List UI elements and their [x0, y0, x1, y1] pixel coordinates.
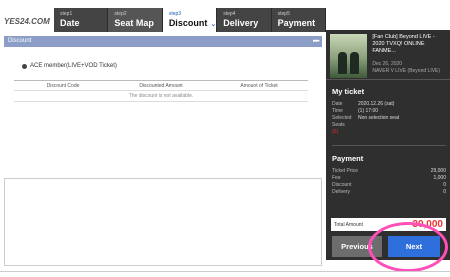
discount-value: 0: [443, 182, 446, 188]
yes24-logo: YES24.COM: [4, 10, 50, 32]
seats-label: Selected Seats (0): [332, 115, 358, 136]
fee-label: Fee: [332, 175, 341, 181]
date-value: 2020.12.26 (sat): [358, 101, 395, 107]
discount-label: Discount: [332, 182, 352, 188]
discount-header: Discount ▸▸▸▸: [4, 36, 322, 47]
column-discount-code: Discount Code: [46, 82, 80, 89]
delivery-label: Delivery: [332, 189, 351, 195]
event-date: Dec 26, 2020: [372, 61, 403, 67]
ticket-seats-row: Selected Seats (0) Non selection seat: [332, 115, 446, 136]
member-discount-option[interactable]: ACE member(LIVE+VOD Ticket): [22, 63, 322, 69]
table-header: Discount Code Discounted Amount Amount o…: [14, 80, 308, 91]
expand-arrows-icon[interactable]: ▸▸▸▸: [313, 36, 320, 47]
tab-step1-date[interactable]: step1 Date: [54, 8, 109, 32]
seats-label-text: Selected Seats: [332, 115, 352, 128]
column-ticket-amount: Amount of Ticket: [240, 82, 278, 89]
price-row: Ticket Price 29,000: [332, 168, 446, 175]
column-discounted-amount: Discounted Amount: [139, 82, 183, 89]
ticket-time-row: Time (1) 17:00: [332, 108, 446, 115]
step-name: Discount ⌄: [169, 17, 216, 31]
notice-box[interactable]: [4, 178, 322, 266]
price-value: 29,000: [430, 168, 446, 174]
payment-title: Payment: [332, 154, 364, 163]
seats-count: (0): [332, 129, 339, 135]
my-ticket-title: My ticket: [332, 87, 365, 96]
discount-header-label: Discount: [8, 38, 32, 44]
fee-row: Fee 1,000: [332, 175, 446, 182]
discount-row: Discount 0: [332, 182, 446, 189]
step-name: Delivery: [223, 18, 259, 28]
payment-section: Payment Ticket Price 29,000 Fee 1,000 Di…: [332, 145, 446, 196]
order-summary-panel: [Fan Club] Beyond LIVE - 2020 TVXQ! ONLI…: [326, 30, 450, 260]
chevron-down-icon: ⌄: [210, 21, 217, 28]
step-tabs: step1 Date step2 Seat Map step3 Discount…: [54, 8, 327, 32]
event-poster: [330, 34, 368, 78]
radio-icon[interactable]: [22, 63, 27, 69]
event-venue: NAVER V LIVE (Beyond LIVE): [372, 68, 441, 74]
fee-value: 1,000: [433, 175, 446, 181]
step-name: Date: [60, 18, 80, 28]
previous-button[interactable]: Previous: [332, 236, 382, 257]
ticket-booking-window: YES24.COM step1 Date step2 Seat Map step…: [0, 0, 450, 277]
member-label: ACE member(LIVE+VOD Ticket): [30, 63, 117, 69]
event-info: [Fan Club] Beyond LIVE - 2020 TVXQ! ONLI…: [372, 34, 446, 79]
time-label: Time: [332, 108, 343, 114]
empty-message: The discount is not available.: [14, 91, 308, 102]
delivery-row: Delivery 0: [332, 189, 446, 196]
delivery-value: 0: [443, 189, 446, 195]
step-name-text: Discount: [168, 18, 208, 28]
ticket-date-row: Date 2020.12.26 (sat): [332, 101, 446, 108]
poster-figure: [338, 52, 347, 74]
tab-step4-delivery[interactable]: step4 Delivery: [217, 8, 272, 32]
total-label: Total Amount: [334, 221, 363, 228]
event-title: [Fan Club] Beyond LIVE - 2020 TVXQ! ONLI…: [372, 34, 435, 54]
my-ticket-section: My ticket Date 2020.12.26 (sat) Time (1)…: [326, 80, 450, 196]
step-name: Seat Map: [114, 18, 154, 28]
discount-section: Discount ▸▸▸▸ ACE member(LIVE+VOD Ticket…: [4, 36, 322, 266]
tab-step2-seat-map[interactable]: step2 Seat Map: [108, 8, 163, 32]
discount-table: Discount Code Discounted Amount Amount o…: [14, 80, 308, 102]
seats-value: Non selection seat: [358, 115, 400, 121]
time-value: (1) 17:00: [358, 108, 379, 114]
total-amount-box: Total Amount 30,000: [331, 218, 446, 231]
date-label: Date: [332, 101, 343, 107]
price-label: Ticket Price: [332, 168, 358, 174]
tab-step5-payment[interactable]: step5 Payment: [271, 8, 327, 32]
poster-figure: [350, 52, 359, 74]
next-button[interactable]: Next: [388, 236, 440, 257]
step-name: Payment: [277, 18, 316, 28]
logo-text: YES24.COM: [4, 16, 50, 26]
bottom-divider: [0, 271, 450, 272]
tab-step3-discount[interactable]: step3 Discount ⌄: [162, 8, 218, 32]
total-value: 30,000: [412, 219, 443, 230]
event-card: [Fan Club] Beyond LIVE - 2020 TVXQ! ONLI…: [326, 30, 450, 80]
